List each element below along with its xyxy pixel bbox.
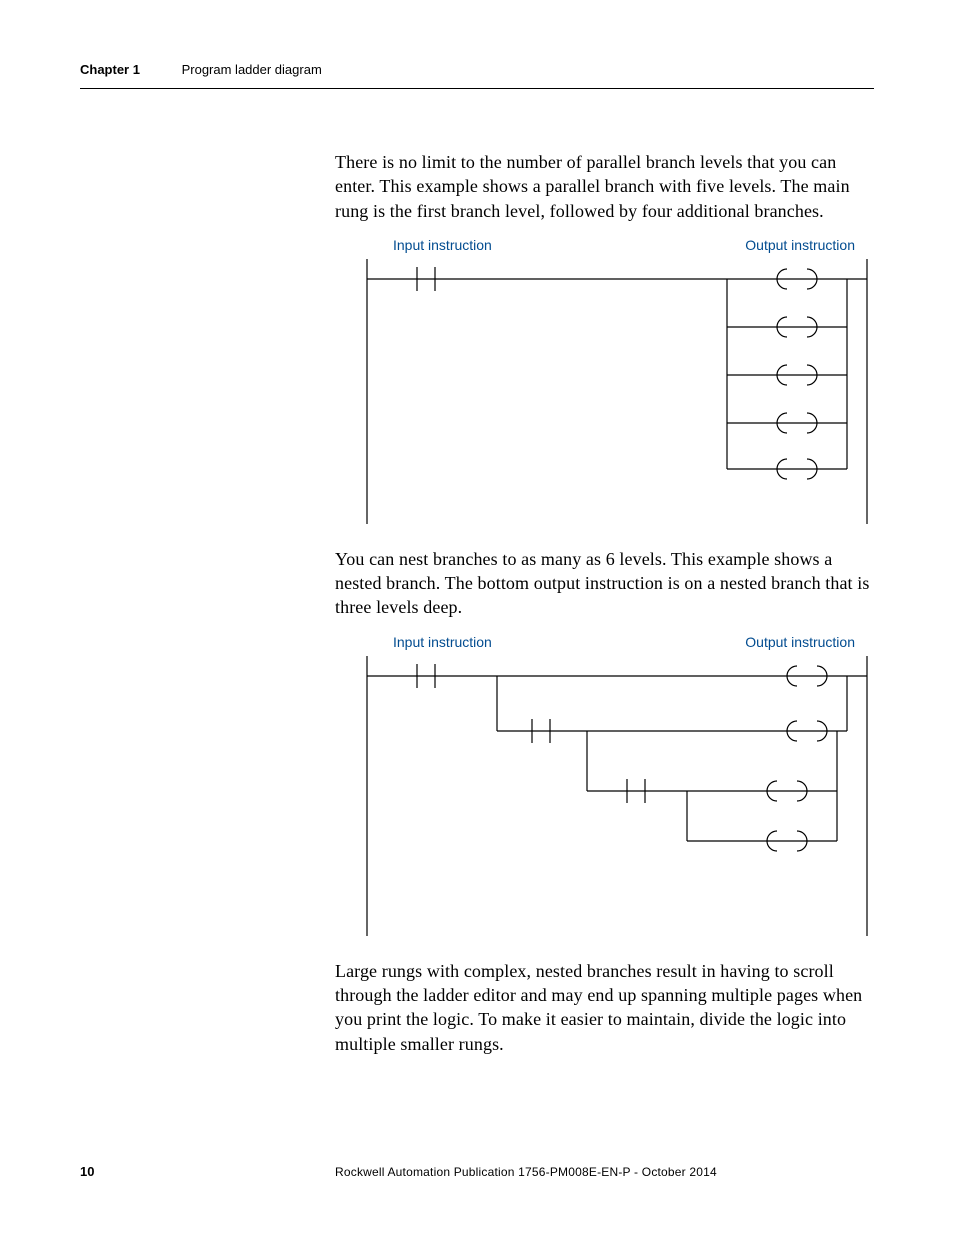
input-instruction-label-2: Input instruction <box>393 634 492 650</box>
diagram-labels-row: Input instruction Output instruction <box>357 237 875 253</box>
main-content: There is no limit to the number of paral… <box>335 150 875 1070</box>
input-instruction-label: Input instruction <box>393 237 492 253</box>
nested-branch-diagram: Input instruction Output instruction <box>357 634 875 941</box>
paragraph-1: There is no limit to the number of paral… <box>335 150 875 223</box>
output-instruction-label-2: Output instruction <box>745 634 855 650</box>
section-title: Program ladder diagram <box>182 62 322 77</box>
diagram-labels-row-2: Input instruction Output instruction <box>357 634 875 650</box>
paragraph-2: You can nest branches to as many as 6 le… <box>335 547 875 620</box>
page-number: 10 <box>80 1164 335 1179</box>
parallel-branch-diagram: Input instruction Output instruction <box>357 237 875 529</box>
paragraph-3: Large rungs with complex, nested branche… <box>335 959 875 1056</box>
publication-info: Rockwell Automation Publication 1756-PM0… <box>335 1165 717 1179</box>
page-footer: 10 Rockwell Automation Publication 1756-… <box>80 1164 874 1179</box>
output-instruction-label: Output instruction <box>745 237 855 253</box>
parallel-branch-svg <box>357 259 877 524</box>
chapter-label: Chapter 1 <box>80 62 140 77</box>
nested-branch-svg <box>357 656 877 936</box>
page-header: Chapter 1 Program ladder diagram <box>80 62 874 77</box>
header-rule <box>80 88 874 89</box>
